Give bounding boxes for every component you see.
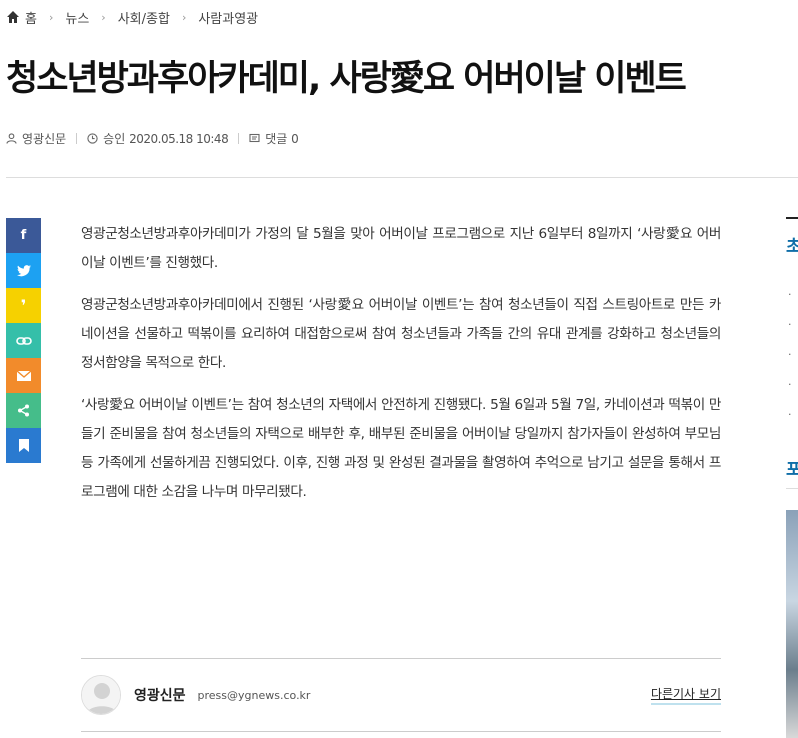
twitter-icon: [16, 264, 31, 276]
comments-count: 0: [291, 131, 299, 146]
approved-label: 승인: [103, 132, 126, 146]
reporter-box: 영광신문 press@ygnews.co.kr 다른기사 보기: [81, 674, 721, 716]
article-body: 영광군청소년방과후아카데미가 가정의 달 5월을 맞아 어버이날 프로그램으로 …: [81, 220, 721, 520]
sidebar-heading-2[interactable]: 포: [786, 455, 798, 480]
list-item[interactable]: ·: [788, 348, 792, 361]
facebook-share-button[interactable]: f: [6, 218, 41, 253]
sidebar-top-line: [786, 217, 798, 219]
kakaostory-icon: ❜: [20, 296, 27, 315]
right-sidebar: 초 · · · · · 포: [778, 0, 798, 738]
bookmark-button[interactable]: [6, 428, 41, 463]
default-avatar-icon: [82, 676, 120, 714]
meta-divider: [76, 133, 78, 144]
list-item[interactable]: ·: [788, 288, 792, 301]
comment-icon: [249, 133, 260, 143]
sidebar-photo[interactable]: [786, 510, 798, 738]
copy-link-button[interactable]: [6, 323, 41, 358]
article-meta: 영광신문 승인 2020.05.18 10:48 댓글 0: [6, 130, 299, 147]
facebook-icon: f: [20, 228, 27, 243]
sidebar-heading-1[interactable]: 초: [786, 232, 798, 257]
publish-date: 2020.05.18 10:48: [129, 131, 229, 146]
page-title: 청소년방과후아카데미, 사랑愛요 어버이날 이벤트: [6, 59, 687, 99]
bookmark-icon: [18, 439, 29, 452]
chevron-right-icon: ›: [48, 10, 54, 24]
reporter-divider-bottom: [81, 731, 721, 732]
breadcrumb: 홈 › 뉴스 › 사회/종합 › 사람과영광: [6, 7, 258, 27]
link-icon: [15, 336, 32, 345]
user-icon: [6, 133, 17, 144]
chevron-right-icon: ›: [181, 10, 187, 24]
reporter-email[interactable]: press@ygnews.co.kr: [198, 689, 311, 702]
sidebar-divider: [786, 488, 798, 489]
twitter-share-button[interactable]: [6, 253, 41, 288]
article-paragraph: ‘사랑愛요 어버이날 이벤트’는 참여 청소년의 자택에서 안전하게 진행됐다.…: [81, 397, 721, 500]
comments-label: 댓글: [265, 132, 288, 146]
comments-meta[interactable]: 댓글 0: [249, 130, 299, 147]
list-item[interactable]: ·: [788, 318, 792, 331]
header-divider: [6, 177, 798, 178]
meta-divider: [238, 133, 240, 144]
article-paragraph: 영광군청소년방과후아카데미가 가정의 달 5월을 맞아 어버이날 프로그램으로 …: [81, 226, 721, 271]
author-meta: 영광신문: [6, 130, 66, 147]
list-item[interactable]: ·: [788, 378, 792, 391]
clock-icon: [87, 133, 98, 144]
more-articles-link[interactable]: 다른기사 보기: [650, 685, 721, 705]
date-meta: 승인 2020.05.18 10:48: [87, 130, 229, 147]
list-item[interactable]: ·: [788, 408, 792, 421]
reporter-divider-top: [81, 658, 721, 659]
home-icon: [7, 11, 19, 23]
email-share-button[interactable]: [6, 358, 41, 393]
avatar: [81, 675, 121, 715]
share-icon: [18, 404, 29, 417]
article-paragraph: 영광군청소년방과후아카데미에서 진행된 ‘사랑愛요 어버이날 이벤트’는 참여 …: [81, 297, 721, 371]
breadcrumb-people[interactable]: 사람과영광: [198, 8, 258, 27]
email-icon: [16, 370, 31, 381]
share-bar: f ❜: [6, 218, 41, 463]
breadcrumb-news[interactable]: 뉴스: [65, 8, 89, 27]
breadcrumb-society[interactable]: 사회/종합: [118, 8, 170, 27]
reporter-name: 영광신문: [134, 688, 186, 704]
chevron-right-icon: ›: [101, 10, 106, 24]
author-name-meta: 영광신문: [22, 132, 67, 146]
more-share-button[interactable]: [6, 393, 41, 428]
breadcrumb-home[interactable]: 홈: [25, 8, 37, 27]
kakaostory-share-button[interactable]: ❜: [6, 288, 41, 323]
